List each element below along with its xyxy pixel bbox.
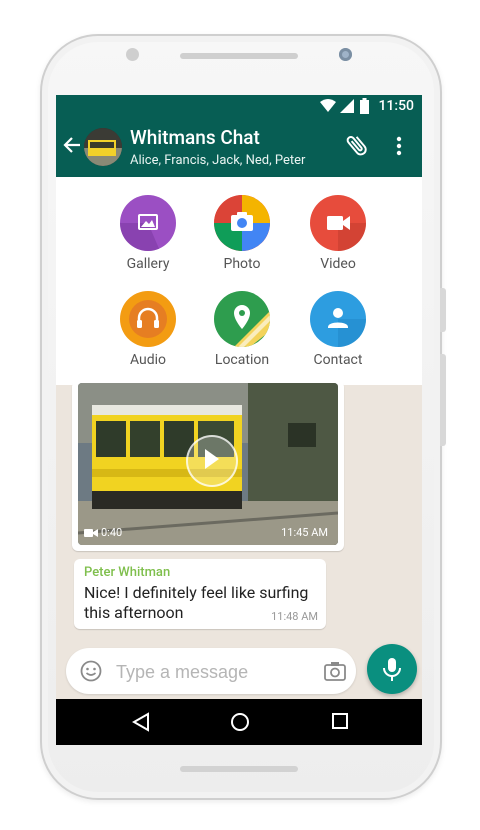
image-icon	[120, 214, 160, 251]
video-duration-text: 0:40	[101, 526, 123, 539]
power-button	[440, 354, 446, 446]
attach-audio[interactable]: Audio	[108, 291, 188, 368]
chat-participants[interactable]: Alice, Francis, Jack, Ned, Peter	[130, 153, 305, 168]
group-avatar[interactable]	[84, 128, 122, 166]
attach-gallery-label: Gallery	[126, 256, 170, 272]
status-bar: 11:50	[56, 95, 422, 119]
message-composer	[66, 648, 356, 694]
microphone-icon	[383, 658, 401, 681]
volume-button	[440, 288, 446, 332]
attach-video[interactable]: Video	[298, 195, 378, 272]
attach-gallery[interactable]: Gallery	[108, 195, 188, 272]
chat-header: Whitmans Chat Alice, Francis, Jack, Ned,…	[56, 119, 422, 177]
nav-bar	[56, 699, 422, 745]
videocam-icon	[327, 216, 366, 251]
map-pin-icon	[234, 305, 270, 347]
headphones-icon	[129, 300, 167, 338]
play-icon	[205, 449, 219, 469]
attach-contact[interactable]: Contact	[298, 291, 378, 368]
attachment-panel: Gallery Photo Video Audio Location Conta…	[56, 177, 422, 385]
signal-icon	[340, 99, 354, 113]
person-icon	[328, 308, 366, 347]
message-sender: Peter Whitman	[84, 565, 171, 580]
top-speaker	[180, 53, 298, 59]
nav-recents-icon[interactable]	[332, 713, 348, 729]
mic-button[interactable]	[367, 644, 417, 694]
play-button[interactable]	[186, 435, 238, 487]
back-arrow-icon[interactable]	[62, 135, 82, 155]
video-time: 11:45 AM	[281, 526, 328, 539]
video-duration: 0:40	[84, 526, 122, 539]
chat-area: 0:40 11:45 AM Peter Whitman Nice! I defi…	[56, 381, 422, 647]
attach-clip-icon[interactable]	[344, 132, 370, 158]
message-time: 11:48 AM	[271, 610, 318, 623]
status-time: 11:50	[378, 98, 414, 114]
bottom-speaker	[180, 766, 298, 772]
camera-icon[interactable]	[324, 661, 346, 681]
attach-video-label: Video	[320, 256, 356, 272]
sensor	[126, 48, 139, 61]
attach-audio-label: Audio	[129, 352, 167, 368]
message-input[interactable]	[114, 658, 318, 686]
video-thumbnail[interactable]: 0:40 11:45 AM	[78, 383, 338, 545]
attach-location[interactable]: Location	[202, 291, 282, 368]
attach-contact-label: Contact	[313, 352, 363, 368]
phone-screen: 11:50 Whitmans Chat Alice, Francis, Jack…	[56, 95, 422, 745]
battery-icon	[360, 98, 369, 114]
wifi-icon	[320, 99, 336, 112]
camera-icon	[214, 195, 270, 251]
chat-title[interactable]: Whitmans Chat	[130, 126, 260, 149]
video-message[interactable]: 0:40 11:45 AM	[72, 381, 344, 551]
text-message[interactable]: Peter Whitman Nice! I definitely feel li…	[74, 559, 326, 629]
front-camera	[339, 48, 352, 61]
nav-home-icon[interactable]	[230, 712, 250, 732]
nav-back-icon[interactable]	[132, 712, 150, 732]
more-options-icon[interactable]	[396, 136, 402, 156]
attach-photo[interactable]: Photo	[202, 195, 282, 272]
videocam-small-icon	[84, 529, 98, 538]
attach-location-label: Location	[214, 352, 270, 368]
attach-photo-label: Photo	[223, 256, 261, 272]
emoji-icon[interactable]	[80, 660, 102, 682]
